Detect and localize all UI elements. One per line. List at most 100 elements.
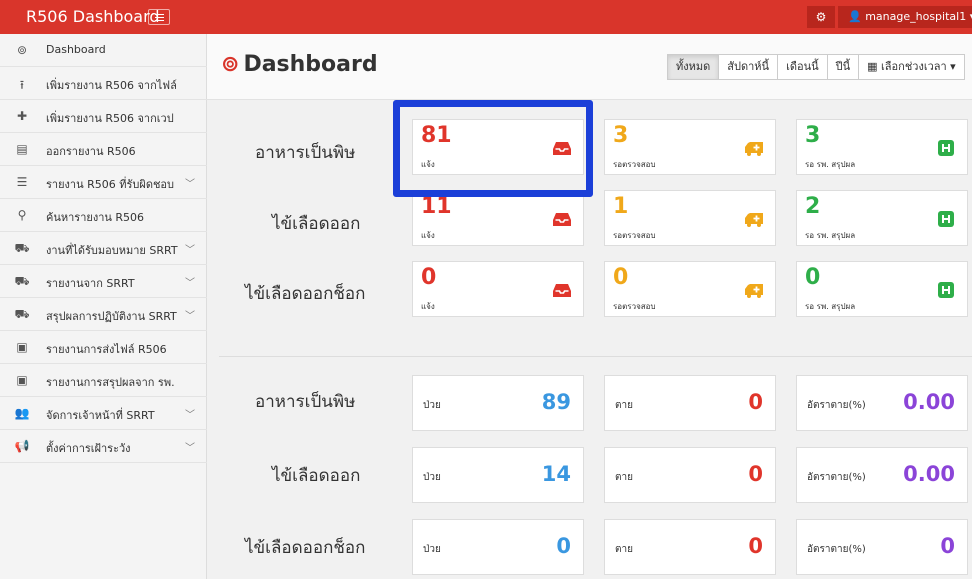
stat-value: 0 — [748, 390, 763, 414]
top-navbar: R506 Dashboard ⚙ 👤 manage_hospital1 ▾ — [0, 0, 972, 34]
stat-label: อัตราตาย(%) — [807, 400, 866, 411]
dashboard-icon: ⊚ — [16, 43, 28, 57]
user-menu-label: manage_hospital1 ▾ — [865, 10, 972, 23]
stat-row-label: ไข้เลือดออกช็อก — [245, 538, 366, 558]
stat-label: ตาย — [615, 544, 633, 555]
stat-row-label: ไข้เลือดออก — [272, 466, 361, 486]
ambulance-icon: ⛟ — [14, 241, 30, 255]
hospital-icon — [938, 211, 954, 227]
stat-value: 0 — [940, 534, 955, 558]
sidebar-item-search-reports[interactable]: ⚲ ค้นหารายงาน R506 — [0, 199, 207, 232]
stat-value: 0.00 — [903, 462, 955, 486]
inbox-icon — [553, 213, 571, 226]
sidebar-item-hospital-summary[interactable]: ▣ รายงานการสรุปผลจาก รพ. — [0, 364, 207, 397]
status-card-investigating[interactable]: 0 รอตรวจสอบ — [604, 261, 776, 317]
stat-card-sick: ป่วย 0 — [412, 519, 584, 575]
stat-label: ตาย — [615, 400, 633, 411]
list-icon: ☰ — [16, 175, 28, 189]
stat-label: อัตราตาย(%) — [807, 472, 866, 483]
ambulance-icon — [745, 142, 763, 156]
sidebar-item-add-web[interactable]: ✚ เพิ่มรายงาน R506 จากเวป — [0, 100, 207, 133]
filter-week-button[interactable]: สัปดาห์นี้ — [718, 54, 779, 80]
status-row-label: ไข้เลือดออกช็อก — [245, 284, 366, 304]
status-card-hospital[interactable]: 3 รอ รพ. สรุปผล — [796, 119, 968, 175]
filter-all-button[interactable]: ทั้งหมด — [667, 54, 720, 80]
card-caption: รอตรวจสอบ — [613, 231, 656, 240]
card-value: 0 — [805, 265, 821, 290]
sidebar-item-label: เพิ่มรายงาน R506 จากไฟล์ — [46, 79, 177, 92]
stat-label: ป่วย — [423, 544, 441, 555]
card-value: 2 — [805, 194, 821, 219]
stat-label: อัตราตาย(%) — [807, 544, 866, 555]
date-filter-group: ทั้งหมด สัปดาห์นี้ เดือนนี้ ปีนี้ ▦ เลือ… — [667, 54, 965, 80]
user-menu-button[interactable]: 👤 manage_hospital1 ▾ — [838, 6, 972, 28]
filter-month-button[interactable]: เดือนนี้ — [777, 54, 828, 80]
status-card-investigating[interactable]: 3 รอตรวจสอบ — [604, 119, 776, 175]
sidebar-item-responsible-reports[interactable]: ☰ รายงาน R506 ที่รับผิดชอบ ﹀ — [0, 166, 207, 199]
sidebar-item-srrt-summary[interactable]: ⛟ สรุปผลการปฏิบัติงาน SRRT ﹀ — [0, 298, 207, 331]
sidebar-item-dashboard[interactable]: ⊚ Dashboard — [0, 34, 207, 67]
settings-gear-button[interactable]: ⚙ — [807, 6, 835, 28]
stat-card-death-rate: อัตราตาย(%) 0.00 — [796, 375, 968, 431]
card-caption: รอตรวจสอบ — [613, 302, 656, 311]
user-icon: 👤 — [848, 10, 862, 23]
status-row-label: อาหารเป็นพิษ — [255, 143, 356, 163]
card-caption: รอ รพ. สรุปผล — [805, 160, 856, 169]
sidebar-item-label: รายงาน R506 ที่รับผิดชอบ — [46, 178, 175, 191]
filter-year-button[interactable]: ปีนี้ — [826, 54, 860, 80]
status-row-label: ไข้เลือดออก — [272, 214, 361, 234]
stat-card-sick: ป่วย 14 — [412, 447, 584, 503]
chevron-down-icon: ﹀ — [185, 245, 195, 256]
search-icon: ⚲ — [17, 208, 27, 222]
stat-card-sick: ป่วย 89 — [412, 375, 584, 431]
sidebar-item-label: เพิ่มรายงาน R506 จากเวป — [46, 112, 174, 125]
stat-value: 0 — [556, 534, 571, 558]
bullhorn-icon: 📢 — [14, 439, 30, 453]
section-divider — [219, 356, 972, 357]
file-icon: ▤ — [16, 142, 28, 156]
clipboard-icon: ▣ — [16, 340, 28, 354]
brand-title[interactable]: R506 Dashboard — [26, 7, 160, 26]
card-value: 11 — [421, 194, 452, 219]
chevron-down-icon: ﹀ — [185, 278, 195, 289]
page-title: ⊚ Dashboard — [221, 52, 378, 77]
status-card-investigating[interactable]: 1 รอตรวจสอบ — [604, 190, 776, 246]
ambulance-icon — [745, 284, 763, 298]
stat-value: 0 — [748, 534, 763, 558]
sidebar-item-srrt-reports[interactable]: ⛟ รายงานจาก SRRT ﹀ — [0, 265, 207, 298]
card-value: 1 — [613, 194, 629, 219]
card-caption: รอตรวจสอบ — [613, 160, 656, 169]
hospital-icon — [938, 282, 954, 298]
card-value: 3 — [805, 123, 821, 148]
stat-card-dead: ตาย 0 — [604, 519, 776, 575]
card-caption: รอ รพ. สรุปผล — [805, 231, 856, 240]
sidebar-item-upload-file[interactable]: ⭱ เพิ่มรายงาน R506 จากไฟล์ — [0, 67, 207, 100]
stat-label: ป่วย — [423, 472, 441, 483]
sidebar-item-srrt-assigned[interactable]: ⛟ งานที่ได้รับมอบหมาย SRRT ﹀ — [0, 232, 207, 265]
sidebar-item-label: ตั้งค่าการเฝ้าระวัง — [46, 442, 131, 455]
card-value: 3 — [613, 123, 629, 148]
sidebar-item-label: รายงานการส่งไฟล์ R506 — [46, 343, 167, 356]
ambulance-icon: ⛟ — [14, 274, 30, 288]
stat-label: ป่วย — [423, 400, 441, 411]
chevron-down-icon: ﹀ — [185, 410, 195, 421]
users-icon: 👥 — [14, 406, 30, 420]
card-caption: รอ รพ. สรุปผล — [805, 302, 856, 311]
sidebar-item-export-report[interactable]: ▤ ออกรายงาน R506 — [0, 133, 207, 166]
stat-label: ตาย — [615, 472, 633, 483]
sidebar-item-manage-srrt-staff[interactable]: 👥 จัดการเจ้าหน้าที่ SRRT ﹀ — [0, 397, 207, 430]
card-caption: แจ้ง — [421, 302, 435, 311]
menu-toggle-icon[interactable] — [148, 9, 170, 25]
sidebar-item-surveillance-settings[interactable]: 📢 ตั้งค่าการเฝ้าระวัง ﹀ — [0, 430, 207, 463]
sidebar-item-label: งานที่ได้รับมอบหมาย SRRT — [46, 244, 178, 257]
status-card-hospital[interactable]: 2 รอ รพ. สรุปผล — [796, 190, 968, 246]
sidebar-item-label: ค้นหารายงาน R506 — [46, 211, 145, 224]
ambulance-icon: ⛟ — [14, 307, 30, 321]
status-card-notified[interactable]: 11 แจ้ง — [412, 190, 584, 246]
status-card-notified[interactable]: 0 แจ้ง — [412, 261, 584, 317]
sidebar-item-label: สรุปผลการปฏิบัติงาน SRRT — [46, 310, 177, 323]
status-card-hospital[interactable]: 0 รอ รพ. สรุปผล — [796, 261, 968, 317]
sidebar-item-file-submission[interactable]: ▣ รายงานการส่งไฟล์ R506 — [0, 331, 207, 364]
hospital-icon — [938, 140, 954, 156]
filter-custom-range-button[interactable]: ▦ เลือกช่วงเวลา ▾ — [858, 54, 965, 80]
